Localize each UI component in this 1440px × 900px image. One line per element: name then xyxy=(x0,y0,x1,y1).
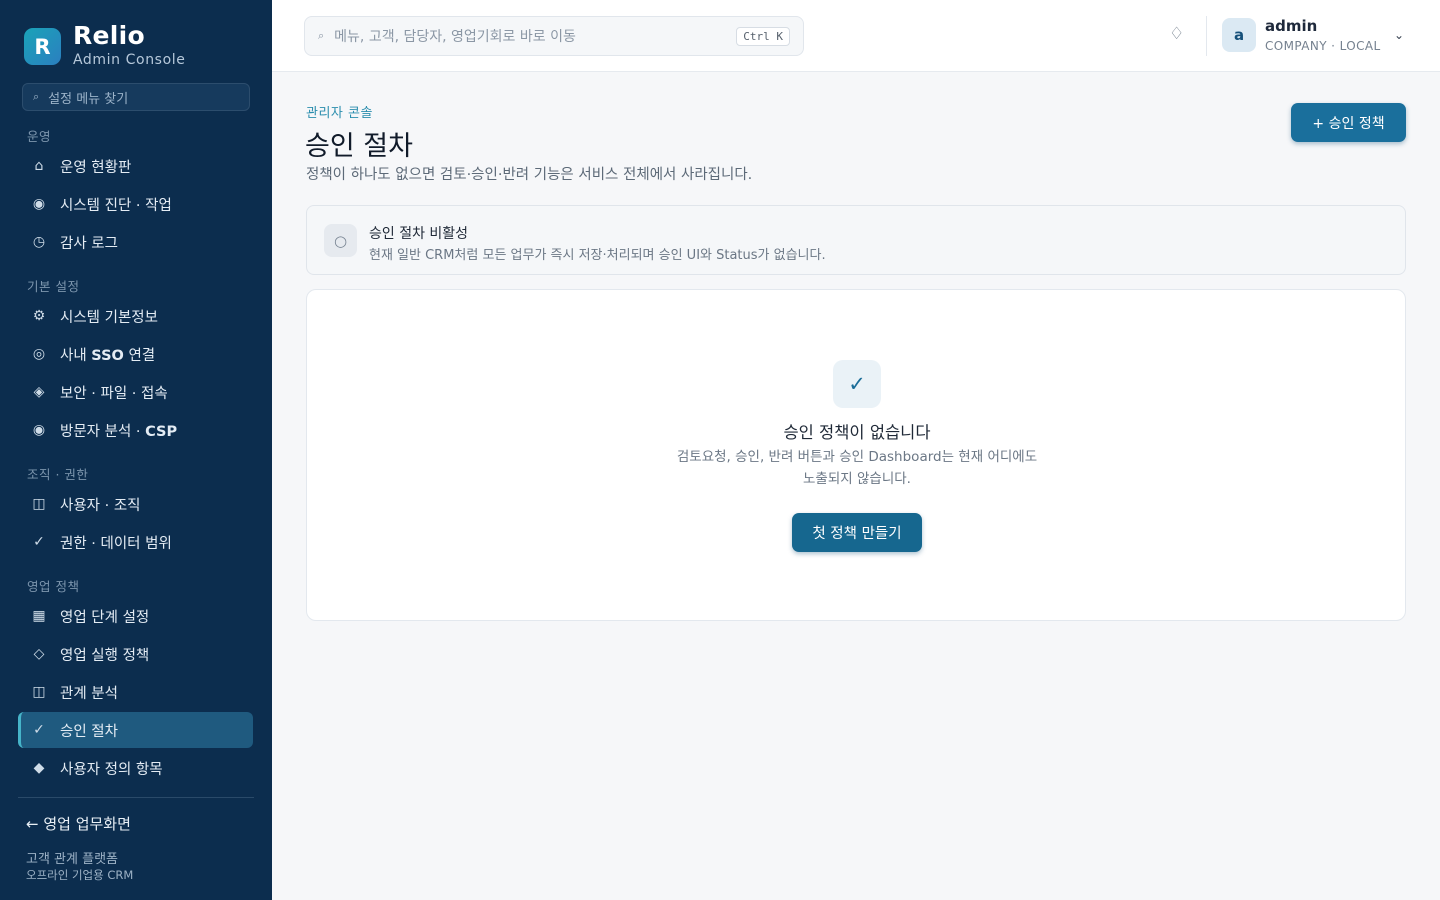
search-icon: ⌕ xyxy=(33,90,40,103)
sidebar-item-sales-execution[interactable]: ◇ 영업 실행 정책 xyxy=(18,636,253,672)
back-to-sales-link[interactable]: ← 영업 업무화면 xyxy=(26,813,131,834)
sidebar-item-label: 시스템 진단 · 작업 xyxy=(60,197,172,214)
sidebar-item-label: 사내 SSO 연결 xyxy=(60,347,156,364)
sidebar-item-visitor-analytics[interactable]: ◉ 방문자 분석 · CSP xyxy=(18,412,253,448)
status-title: 승인 절차 비활성 xyxy=(369,226,469,242)
sidebar: R Relio Admin Console ⌕ 설정 메뉴 찾기 운영 ⌂ 운영… xyxy=(0,0,272,900)
empty-state-description: 검토요청, 승인, 반려 버튼과 승인 Dashboard는 현재 어디에도 노… xyxy=(657,446,1057,490)
sidebar-item-label: 방문자 분석 · CSP xyxy=(60,423,178,440)
shield-icon: ◈ xyxy=(33,384,45,400)
user-name[interactable]: admin xyxy=(1265,17,1317,35)
notification-icon[interactable]: ♢ xyxy=(1169,24,1184,44)
global-search-placeholder: 메뉴, 고객, 담당자, 영업기회로 바로 이동 xyxy=(334,29,576,45)
page-description: 정책이 하나도 없으면 검토·승인·반려 기능은 서비스 전체에서 사라집니다. xyxy=(306,167,753,183)
sidebar-item-custom-fields[interactable]: ◆ 사용자 정의 항목 xyxy=(18,750,253,786)
sso-icon: ◎ xyxy=(32,346,46,362)
sidebar-item-sso[interactable]: ◎ 사내 SSO 연결 xyxy=(18,336,253,372)
user-org: COMPANY · LOCAL xyxy=(1265,39,1381,53)
section-label-basic-settings: 기본 설정 xyxy=(27,279,80,294)
search-shortcut-hint: Ctrl K xyxy=(736,27,790,46)
sidebar-item-dashboard[interactable]: ⌂ 운영 현황판 xyxy=(18,148,253,184)
brand[interactable]: R Relio Admin Console xyxy=(24,22,185,68)
diamond-filled-icon: ◆ xyxy=(33,760,45,776)
eye-icon: ◉ xyxy=(32,422,46,438)
check-icon: ✓ xyxy=(33,722,45,738)
network-icon: ◫ xyxy=(32,684,46,700)
sidebar-item-label: 시스템 기본정보 xyxy=(60,309,158,326)
section-label-org-permissions: 조직 · 권한 xyxy=(27,467,89,482)
topbar: ⌕ 메뉴, 고객, 담당자, 영업기회로 바로 이동 Ctrl K ♢ a ad… xyxy=(272,0,1440,72)
sidebar-item-permissions[interactable]: ✓ 권한 · 데이터 범위 xyxy=(18,524,253,560)
sidebar-footer-title: 고객 관계 플랫폼 xyxy=(26,852,118,867)
sidebar-item-label: 권한 · 데이터 범위 xyxy=(60,535,172,552)
empty-desc-line2: 노출되지 않습니다. xyxy=(803,471,911,487)
empty-desc-line1: 검토요청, 승인, 반려 버튼과 승인 Dashboard는 현재 어디에도 xyxy=(676,449,1038,465)
sidebar-item-label: 사용자 정의 항목 xyxy=(60,761,163,778)
sidebar-item-label: 승인 절차 xyxy=(60,723,118,740)
brand-logo: R xyxy=(24,28,61,65)
status-description: 현재 일반 CRM처럼 모든 업무가 즉시 저장·처리되며 승인 UI와 Sta… xyxy=(369,248,826,263)
sidebar-item-diagnostics[interactable]: ◉ 시스템 진단 · 작업 xyxy=(18,186,253,222)
clock-icon: ◷ xyxy=(32,234,46,250)
inactive-circle-icon: ○ xyxy=(324,224,357,257)
check-icon: ✓ xyxy=(33,534,45,550)
sidebar-item-relationship-analysis[interactable]: ◫ 관계 분석 xyxy=(18,674,253,710)
empty-state-title: 승인 정책이 없습니다 xyxy=(783,423,931,442)
target-icon: ◉ xyxy=(32,196,46,212)
global-search-input[interactable]: ⌕ 메뉴, 고객, 담당자, 영업기회로 바로 이동 Ctrl K xyxy=(304,16,804,56)
brand-name: Relio xyxy=(73,21,146,50)
sidebar-item-users-org[interactable]: ◫ 사용자 · 조직 xyxy=(18,486,253,522)
sidebar-footer-subtitle: 오프라인 기업용 CRM xyxy=(26,868,134,882)
sidebar-search-placeholder: 설정 메뉴 찾기 xyxy=(48,91,129,107)
sidebar-item-label: 보안 · 파일 · 접속 xyxy=(60,385,168,402)
users-icon: ◫ xyxy=(32,496,46,512)
sidebar-item-label: 영업 단계 설정 xyxy=(60,609,150,626)
sidebar-item-label: 사용자 · 조직 xyxy=(60,497,141,514)
sidebar-divider xyxy=(18,797,254,798)
section-label-operations: 운영 xyxy=(27,129,52,144)
sidebar-item-approval[interactable]: ✓ 승인 절차 xyxy=(18,712,253,748)
sidebar-item-system-info[interactable]: ⚙ 시스템 기본정보 xyxy=(18,298,253,334)
sidebar-item-audit-log[interactable]: ◷ 감사 로그 xyxy=(18,224,253,260)
sidebar-item-label: 영업 실행 정책 xyxy=(60,647,150,664)
sidebar-item-label: 감사 로그 xyxy=(60,235,118,252)
create-first-policy-button[interactable]: 첫 정책 만들기 xyxy=(792,513,922,552)
sidebar-search-input[interactable]: ⌕ 설정 메뉴 찾기 xyxy=(22,83,250,111)
empty-state-card: ✓ 승인 정책이 없습니다 검토요청, 승인, 반려 버튼과 승인 Dashbo… xyxy=(306,289,1406,621)
brand-subtitle: Admin Console xyxy=(73,52,186,68)
add-approval-policy-button[interactable]: + 승인 정책 xyxy=(1291,103,1406,142)
grid-icon: ▦ xyxy=(32,608,46,624)
search-icon: ⌕ xyxy=(318,29,325,42)
breadcrumb[interactable]: 관리자 콘솔 xyxy=(306,102,373,121)
topbar-divider xyxy=(1206,16,1207,56)
gear-icon: ⚙ xyxy=(32,308,46,324)
sidebar-item-sales-stages[interactable]: ▦ 영업 단계 설정 xyxy=(18,598,253,634)
sidebar-item-security[interactable]: ◈ 보안 · 파일 · 접속 xyxy=(18,374,253,410)
page-title: 승인 절차 xyxy=(305,131,413,162)
avatar[interactable]: a xyxy=(1222,18,1256,52)
approval-status-card: ○ 승인 절차 비활성 현재 일반 CRM처럼 모든 업무가 즉시 저장·처리되… xyxy=(306,205,1406,275)
diamond-icon: ◇ xyxy=(33,646,45,662)
check-icon: ✓ xyxy=(833,360,881,408)
sidebar-item-label: 관계 분석 xyxy=(60,685,118,702)
sidebar-item-label: 운영 현황판 xyxy=(60,159,132,176)
chevron-down-icon[interactable]: ⌄ xyxy=(1394,28,1404,42)
home-icon: ⌂ xyxy=(34,158,44,174)
section-label-sales-policy: 영업 정책 xyxy=(27,579,80,594)
